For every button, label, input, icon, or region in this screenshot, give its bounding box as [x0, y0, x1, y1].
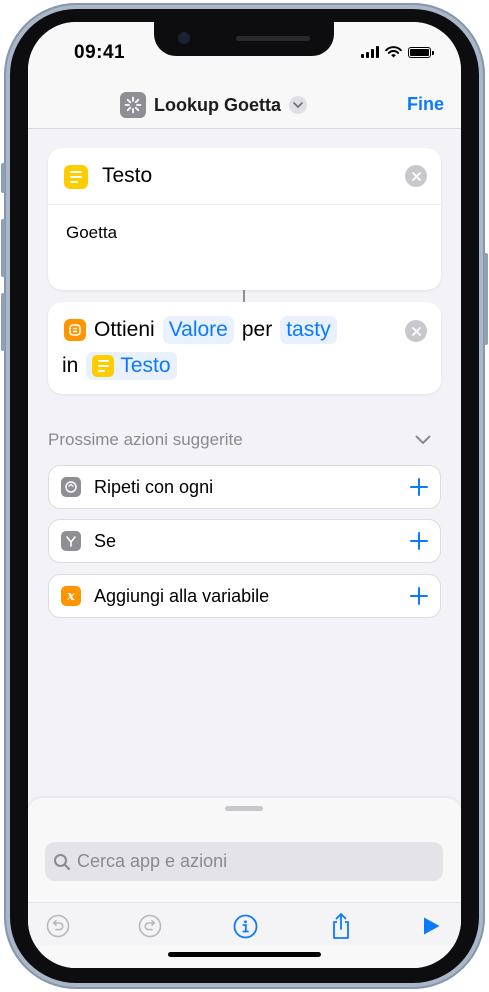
- suggestion-label: Se: [94, 531, 117, 551]
- screen: 09:41 Lookup Goetta Fine Testo Goetta Ot…: [28, 22, 461, 968]
- remove-text-action-button[interactable]: [405, 165, 427, 187]
- repeat-icon: [61, 477, 81, 497]
- get-dictionary-value-card[interactable]: Ottieni Valore per tasty in Testo: [48, 302, 441, 394]
- home-indicator[interactable]: [168, 952, 321, 957]
- earpiece-speaker: [236, 36, 310, 41]
- search-input[interactable]: [77, 851, 397, 872]
- power-button: [484, 253, 488, 345]
- source-variable-label: Testo: [120, 354, 171, 377]
- editor-toolbar: [28, 902, 461, 945]
- search-field[interactable]: [45, 842, 443, 881]
- status-bar: 09:41: [28, 22, 461, 84]
- branch-icon: [61, 531, 81, 551]
- done-button[interactable]: Fine: [407, 94, 444, 115]
- suggestion-if[interactable]: Se: [48, 519, 441, 563]
- action-search-sheet: [28, 798, 461, 968]
- add-icon[interactable]: [408, 476, 430, 498]
- text-icon: [92, 355, 115, 377]
- text-action-content[interactable]: Goetta: [66, 223, 117, 243]
- shortcut-icon: [120, 92, 146, 118]
- redo-icon[interactable]: [137, 913, 163, 939]
- collapse-chevron-icon[interactable]: [415, 432, 431, 450]
- battery-icon: [408, 46, 434, 58]
- preposition-label: per: [241, 318, 273, 341]
- action-connector: [243, 290, 245, 302]
- sheet-grabber[interactable]: [225, 806, 263, 811]
- play-icon[interactable]: [418, 913, 444, 939]
- add-icon[interactable]: [408, 530, 430, 552]
- search-icon: [54, 853, 70, 870]
- suggestions-heading: Prossime azioni suggerite: [48, 430, 243, 449]
- shortcut-title: Lookup Goetta: [154, 94, 281, 115]
- status-time: 09:41: [74, 42, 126, 63]
- remove-dictionary-action-button[interactable]: [405, 320, 427, 342]
- volume-up-button: [1, 219, 5, 277]
- shortcut-title-menu[interactable]: Lookup Goetta: [120, 92, 307, 118]
- status-icons: [361, 46, 434, 58]
- key-token[interactable]: tasty: [280, 316, 337, 344]
- value-type-token[interactable]: Valore: [162, 316, 234, 344]
- text-icon: [64, 165, 88, 189]
- suggestion-label: Ripeti con ogni: [94, 477, 214, 497]
- chevron-down-icon[interactable]: [289, 96, 307, 114]
- mute-switch: [1, 163, 5, 193]
- add-icon[interactable]: [408, 585, 430, 607]
- source-variable-token[interactable]: Testo: [86, 352, 177, 380]
- action-verb: Ottieni: [94, 318, 155, 341]
- close-icon: [411, 326, 421, 336]
- suggestion-repeat-with-each[interactable]: Ripeti con ogni: [48, 465, 441, 509]
- navigation-bar: Lookup Goetta Fine: [28, 84, 461, 129]
- text-action-header: Testo: [48, 148, 441, 205]
- dictionary-action-line-1: Ottieni Valore per tasty: [64, 316, 337, 344]
- front-camera: [178, 32, 190, 44]
- in-label: in: [62, 354, 79, 377]
- wifi-icon: [385, 46, 402, 58]
- text-action-card[interactable]: Testo Goetta: [48, 148, 441, 290]
- dictionary-action-line-2: in Testo: [62, 352, 177, 380]
- text-action-title: Testo: [102, 164, 153, 187]
- info-icon[interactable]: [232, 913, 258, 939]
- dictionary-icon: [64, 319, 86, 341]
- close-icon: [411, 171, 421, 181]
- cellular-signal-icon: [361, 46, 379, 58]
- undo-icon[interactable]: [45, 913, 71, 939]
- volume-down-button: [1, 293, 5, 351]
- variable-icon: x: [61, 586, 81, 606]
- share-icon[interactable]: [328, 913, 354, 939]
- suggestion-add-to-variable[interactable]: x Aggiungi alla variabile: [48, 574, 441, 618]
- suggestion-label: Aggiungi alla variabile: [94, 586, 270, 606]
